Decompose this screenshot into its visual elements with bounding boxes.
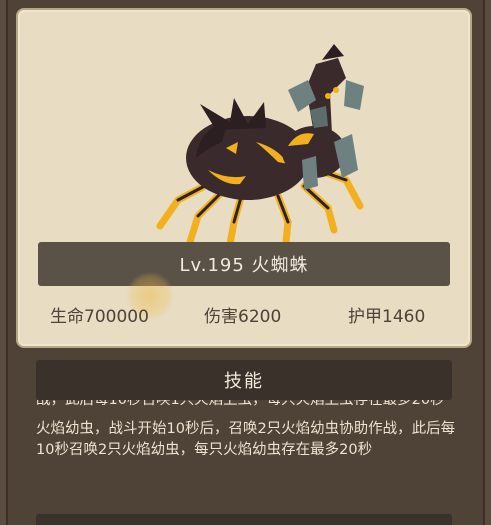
armor-stat: 护甲1460 bbox=[348, 307, 426, 327]
skill-text-partial: 战，此后每10秒召唤1只火焰卫虫，每只火焰卫虫存在最多20秒 bbox=[36, 400, 445, 408]
monster-stats: 生命700000 伤害6200 护甲1460 bbox=[18, 302, 470, 328]
damage-stat: 伤害6200 bbox=[204, 307, 282, 327]
skills-header[interactable]: 技能 bbox=[36, 360, 452, 400]
next-section-bar bbox=[36, 514, 452, 525]
monster-name-bar: Lv.195 火蜘蛛 bbox=[38, 242, 450, 286]
skills-header-label: 技能 bbox=[224, 371, 264, 392]
skill-text-fire-larva: 火焰幼虫，战斗开始10秒后，召唤2只火焰幼虫协助作战，此后每10秒召唤2只火焰幼… bbox=[36, 421, 456, 458]
monster-card: Lv.195 火蜘蛛 生命700000 伤害6200 护甲1460 bbox=[16, 8, 472, 348]
fire-spider-icon bbox=[156, 44, 364, 248]
hp-stat: 生命700000 bbox=[50, 307, 149, 327]
skills-description[interactable]: 战，此后每10秒召唤1只火焰卫虫，每只火焰卫虫存在最多20秒 火焰幼虫，战斗开始… bbox=[36, 400, 458, 510]
monster-name-label: Lv.195 火蜘蛛 bbox=[179, 255, 309, 276]
